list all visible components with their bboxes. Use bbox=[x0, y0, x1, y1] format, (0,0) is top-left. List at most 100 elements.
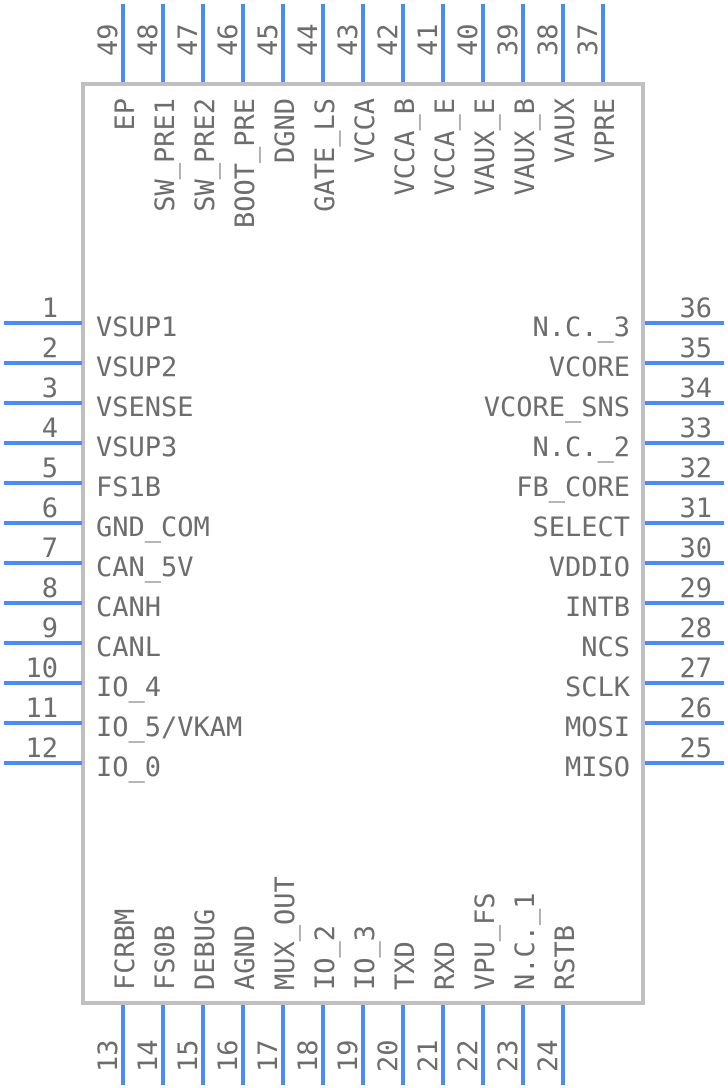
pin-name-n-c-3: N.C._3 bbox=[532, 312, 630, 343]
pin-number: 28 bbox=[679, 613, 712, 644]
pin-name-io-5-vkam: IO_5/VKAM bbox=[96, 712, 242, 743]
ic-symbol: 1 VSUP1 2 VSUP2 3 VSENSE 4 VSUP3 5 FS1B 6 GND_COM 7 C… bbox=[4, 4, 724, 1085]
pin-name-sw-pre1: SW_PRE1 bbox=[150, 98, 181, 212]
pin-name-txd: TXD bbox=[390, 941, 421, 990]
pin-name-ncs: NCS bbox=[581, 632, 630, 663]
pin-name-vpre: VPRE bbox=[590, 98, 621, 163]
pin-number: 45 bbox=[253, 23, 284, 56]
pin-number: 36 bbox=[679, 293, 712, 324]
pin-name-vaux-b: VAUX_B bbox=[510, 98, 541, 196]
pin-number: 46 bbox=[213, 23, 244, 56]
pin-number: 21 bbox=[413, 1039, 444, 1072]
pin-number: 33 bbox=[679, 413, 712, 444]
pin-name-select: SELECT bbox=[532, 512, 630, 543]
pin-number: 48 bbox=[133, 23, 164, 56]
pin-number: 44 bbox=[293, 23, 324, 56]
pin-number: 31 bbox=[679, 493, 712, 524]
pin-number: 15 bbox=[173, 1039, 204, 1072]
pin-name-mux-out: MUX_OUT bbox=[270, 876, 301, 990]
pin-number: 8 bbox=[42, 573, 58, 604]
pin-number: 11 bbox=[25, 693, 58, 724]
pin-number: 27 bbox=[679, 653, 712, 684]
pin-number: 25 bbox=[679, 733, 712, 764]
pin-name-canl: CANL bbox=[96, 632, 161, 663]
pin-number: 5 bbox=[42, 453, 58, 484]
pin-name-vcore-sns: VCORE_SNS bbox=[484, 392, 630, 423]
pin-name-vaux-e: VAUX_E bbox=[470, 98, 501, 196]
pin-name-n-c-2: N.C._2 bbox=[532, 432, 630, 463]
pin-name-boot-pre: BOOT_PRE bbox=[230, 98, 261, 228]
pin-number: 2 bbox=[42, 333, 58, 364]
pin-number: 19 bbox=[333, 1039, 364, 1072]
pin-number: 38 bbox=[533, 23, 564, 56]
ic-body bbox=[81, 82, 645, 1005]
pin-number: 7 bbox=[42, 533, 58, 564]
pin-number: 4 bbox=[42, 413, 58, 444]
pin-number: 49 bbox=[93, 23, 124, 56]
pin-name-io-0: IO_0 bbox=[96, 752, 161, 783]
pin-name-vcca-e: VCCA_E bbox=[430, 98, 461, 196]
pin-name-fs1b: FS1B bbox=[96, 472, 161, 503]
pin-name-vsup3: VSUP3 bbox=[96, 432, 177, 463]
pin-name-fcrbm: FCRBM bbox=[110, 909, 141, 990]
pin-name-sclk: SCLK bbox=[565, 672, 631, 703]
pin-name-intb: INTB bbox=[565, 592, 630, 623]
pin-number: 39 bbox=[493, 23, 524, 56]
pin-name-agnd: AGND bbox=[230, 925, 261, 990]
pin-number: 43 bbox=[333, 23, 364, 56]
pin-name-io-4: IO_4 bbox=[96, 672, 161, 703]
pin-number: 1 bbox=[42, 293, 58, 324]
pin-number: 22 bbox=[453, 1039, 484, 1072]
pin-number: 35 bbox=[679, 333, 712, 364]
pin-number: 34 bbox=[679, 373, 712, 404]
pin-name-io-3: IO_3 bbox=[350, 925, 381, 990]
pin-name-gnd-com: GND_COM bbox=[96, 512, 210, 543]
pin-name-vddio: VDDIO bbox=[549, 552, 630, 583]
pin-name-n-c-1: N.C._1 bbox=[510, 892, 541, 990]
pin-number: 37 bbox=[573, 23, 604, 56]
pin-number: 3 bbox=[42, 373, 58, 404]
pin-number: 23 bbox=[493, 1039, 524, 1072]
pin-name-mosi: MOSI bbox=[565, 712, 630, 743]
pin-name-fb-core: FB_CORE bbox=[516, 472, 630, 503]
pin-name-vsup2: VSUP2 bbox=[96, 352, 177, 383]
pin-number: 42 bbox=[373, 23, 404, 56]
pin-name-miso: MISO bbox=[565, 752, 630, 783]
pin-number: 10 bbox=[25, 653, 58, 684]
pin-name-vcca-b: VCCA_B bbox=[390, 98, 421, 196]
pin-name-vsup1: VSUP1 bbox=[96, 312, 177, 343]
pin-name-vpu-fs: VPU_FS bbox=[470, 892, 501, 990]
pin-number: 26 bbox=[679, 693, 712, 724]
pin-number: 12 bbox=[25, 733, 58, 764]
pin-number: 20 bbox=[373, 1039, 404, 1072]
pin-name-vsense: VSENSE bbox=[96, 392, 194, 423]
pin-name-can-5v: CAN_5V bbox=[96, 552, 194, 583]
pin-name-vcca: VCCA bbox=[350, 98, 381, 163]
pin-number: 16 bbox=[213, 1039, 244, 1072]
pin-number: 29 bbox=[679, 573, 712, 604]
pin-number: 40 bbox=[453, 23, 484, 56]
pin-number: 32 bbox=[679, 453, 712, 484]
pin-name-vcore: VCORE bbox=[549, 352, 630, 383]
pin-name-io-2: IO_2 bbox=[310, 925, 341, 990]
pin-name-debug: DEBUG bbox=[190, 909, 221, 990]
pin-name-vaux: VAUX bbox=[550, 98, 581, 163]
pin-number: 18 bbox=[293, 1039, 324, 1072]
pin-name-ep: EP bbox=[110, 98, 141, 131]
pin-number: 6 bbox=[42, 493, 58, 524]
pin-name-rstb: RSTB bbox=[550, 925, 581, 990]
pin-number: 13 bbox=[93, 1039, 124, 1072]
pin-name-sw-pre2: SW_PRE2 bbox=[190, 98, 221, 212]
pin-number: 9 bbox=[42, 613, 58, 644]
pin-name-fs0b: FS0B bbox=[150, 925, 181, 990]
pin-number: 30 bbox=[679, 533, 712, 564]
pin-name-canh: CANH bbox=[96, 592, 161, 623]
pin-number: 47 bbox=[173, 23, 204, 56]
pin-name-rxd: RXD bbox=[430, 941, 461, 990]
pin-number: 14 bbox=[133, 1039, 164, 1072]
pin-name-gate-ls: GATE_LS bbox=[310, 98, 341, 212]
pin-number: 24 bbox=[533, 1039, 564, 1072]
pin-name-dgnd: DGND bbox=[270, 98, 301, 163]
pin-number: 41 bbox=[413, 23, 444, 56]
pin-number: 17 bbox=[253, 1039, 284, 1072]
